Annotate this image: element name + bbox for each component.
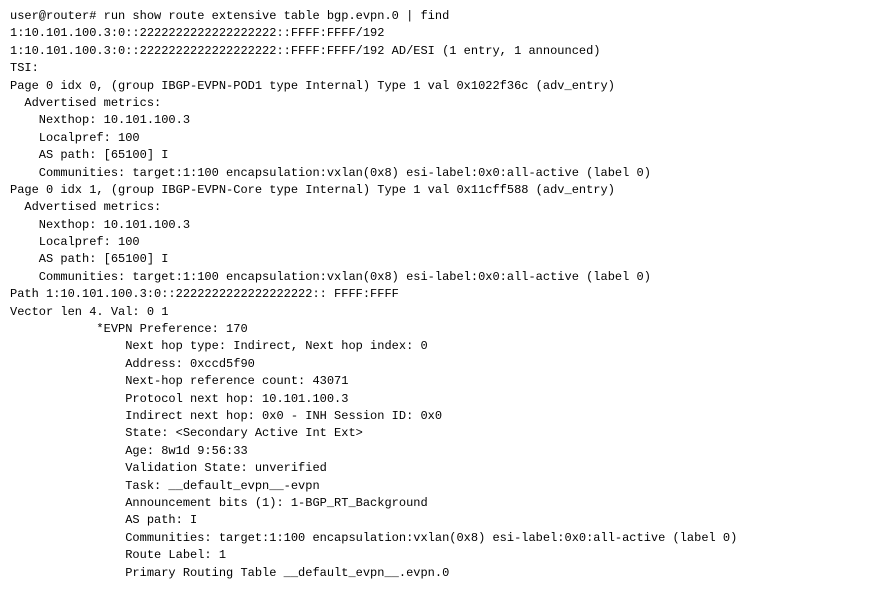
terminal-line: 1:10.101.100.3:0::2222222222222222222::F… — [10, 44, 601, 58]
terminal-line: Route Label: 1 — [10, 548, 226, 562]
terminal-line: Age: 8w1d 9:56:33 — [10, 444, 248, 458]
terminal-line: Validation State: unverified — [10, 461, 327, 475]
terminal-line: Announcement bits (1): 1-BGP_RT_Backgrou… — [10, 496, 428, 510]
terminal-line: Primary Routing Table __default_evpn__.e… — [10, 566, 449, 580]
terminal-line: Next-hop reference count: 43071 — [10, 374, 348, 388]
terminal-line: user@router# run show route extensive ta… — [10, 9, 449, 23]
terminal-output: user@router# run show route extensive ta… — [0, 0, 886, 590]
terminal-line: *EVPN Preference: 170 — [10, 322, 248, 336]
terminal-line: Advertised metrics: — [10, 96, 161, 110]
terminal-line: 1:10.101.100.3:0::2222222222222222222::F… — [10, 26, 384, 40]
terminal-line: Path 1:10.101.100.3:0::22222222222222222… — [10, 287, 399, 301]
terminal-line: Page 0 idx 1, (group IBGP-EVPN-Core type… — [10, 183, 615, 197]
terminal-line: AS path: [65100] I — [10, 252, 168, 266]
terminal-line: Vector len 4. Val: 0 1 — [10, 305, 168, 319]
terminal-line: Next hop type: Indirect, Next hop index:… — [10, 339, 428, 353]
terminal-line: Nexthop: 10.101.100.3 — [10, 113, 190, 127]
terminal-line: Address: 0xccd5f90 — [10, 357, 255, 371]
terminal-line: Indirect next hop: 0x0 - INH Session ID:… — [10, 409, 442, 423]
terminal-line: Advertised metrics: — [10, 200, 161, 214]
terminal-line: Page 0 idx 0, (group IBGP-EVPN-POD1 type… — [10, 79, 615, 93]
terminal-line: Communities: target:1:100 encapsulation:… — [10, 531, 737, 545]
terminal-line: Task: __default_evpn__-evpn — [10, 479, 320, 493]
terminal-line: Communities: target:1:100 encapsulation:… — [10, 270, 651, 284]
terminal-line: AS path: [65100] I — [10, 148, 168, 162]
terminal-line: State: <Secondary Active Int Ext> — [10, 426, 363, 440]
terminal-line: AS path: I — [10, 513, 197, 527]
terminal-line: Localpref: 100 — [10, 235, 140, 249]
terminal-line: Communities: target:1:100 encapsulation:… — [10, 166, 651, 180]
terminal-line: Localpref: 100 — [10, 131, 140, 145]
terminal-line: TSI: — [10, 61, 39, 75]
terminal-line: Nexthop: 10.101.100.3 — [10, 218, 190, 232]
terminal-line: Protocol next hop: 10.101.100.3 — [10, 392, 348, 406]
